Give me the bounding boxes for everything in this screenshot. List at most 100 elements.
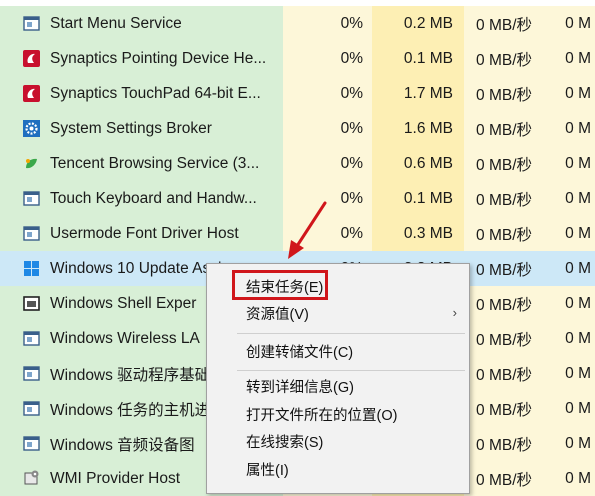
gear-icon xyxy=(23,120,40,137)
network-value: 0 M xyxy=(565,399,591,417)
network-value: 0 M xyxy=(565,434,591,452)
disk-value: 0 MB/秒 xyxy=(476,436,532,454)
network-cell: 0 M xyxy=(548,6,595,41)
disk-value: 0 MB/秒 xyxy=(476,156,532,174)
process-name: System Settings Broker xyxy=(50,119,212,137)
cpu-cell: 0% xyxy=(283,76,372,111)
process-name-cell: Synaptics TouchPad 64-bit E... xyxy=(0,76,283,111)
synaptics-icon xyxy=(23,50,40,67)
table-row[interactable]: Usermode Font Driver Host 0% 0.3 MB 0 MB/秒 0… xyxy=(0,216,595,251)
process-name: Windows 10 Update Assis xyxy=(50,259,230,277)
memory-value: 0.2 MB xyxy=(403,14,453,32)
network-value: 0 M xyxy=(565,189,591,207)
network-cell: 0 M xyxy=(548,146,595,181)
cpu-value: 0% xyxy=(340,154,363,172)
table-row[interactable]: Synaptics Pointing Device He... 0% 0.1 MB 0… xyxy=(0,41,595,76)
disk-value: 0 MB/秒 xyxy=(476,471,532,489)
memory-cell: 0.2 MB xyxy=(372,6,464,41)
process-name: Windows 任务的主机进 xyxy=(50,401,211,419)
menu-separator xyxy=(237,333,465,334)
disk-cell: 0 MB/秒 xyxy=(464,216,548,251)
process-name: Windows Wireless LA xyxy=(50,329,200,347)
table-row[interactable]: System Settings Broker 0% 1.6 MB 0 MB/秒 0 M xyxy=(0,111,595,146)
table-row[interactable]: Touch Keyboard and Handw... 0% 0.1 MB 0 MB/… xyxy=(0,181,595,216)
process-name: Start Menu Service xyxy=(50,14,182,32)
network-cell: 0 M xyxy=(548,181,595,216)
menu-item-open-file-location[interactable]: 打开文件所在的位置(O) xyxy=(207,402,469,426)
disk-cell: 0 MB/秒 xyxy=(464,321,548,356)
cpu-value: 0% xyxy=(340,224,363,242)
memory-cell: 0.3 MB xyxy=(372,216,464,251)
cpu-value: 0% xyxy=(340,14,363,32)
memory-value: 0.1 MB xyxy=(403,189,453,207)
disk-cell: 0 MB/秒 xyxy=(464,181,548,216)
disk-value: 0 MB/秒 xyxy=(476,191,532,209)
memory-cell: 0.1 MB xyxy=(372,41,464,76)
disk-value: 0 MB/秒 xyxy=(476,366,532,384)
menu-item-search-online[interactable]: 在线搜索(S) xyxy=(207,429,469,453)
window-frame-icon xyxy=(23,400,40,417)
network-cell: 0 M xyxy=(548,41,595,76)
network-cell: 0 M xyxy=(548,391,595,426)
cpu-cell: 0% xyxy=(283,41,372,76)
tencent-leaf-icon xyxy=(23,155,40,172)
disk-cell: 0 MB/秒 xyxy=(464,356,548,391)
process-name-cell: Touch Keyboard and Handw... xyxy=(0,181,283,216)
menu-item-resource-values[interactable]: 资源值(V) › xyxy=(207,301,469,325)
memory-value: 1.7 MB xyxy=(403,84,453,102)
memory-cell: 1.7 MB xyxy=(372,76,464,111)
menu-item-label: 属性(I) xyxy=(246,462,289,479)
cpu-value: 0% xyxy=(340,119,363,137)
cpu-cell: 0% xyxy=(283,6,372,41)
network-cell: 0 M xyxy=(548,426,595,461)
wmi-provider-icon xyxy=(23,470,40,487)
cpu-cell: 0% xyxy=(283,111,372,146)
network-value: 0 M xyxy=(565,84,591,102)
cpu-cell: 0% xyxy=(283,181,372,216)
network-value: 0 M xyxy=(565,14,591,32)
memory-value: 0.6 MB xyxy=(403,154,453,172)
annotation-highlight-box xyxy=(232,270,328,300)
menu-item-create-dump[interactable]: 创建转储文件(C) xyxy=(207,339,469,363)
window-frame-icon xyxy=(23,15,40,32)
network-cell: 0 M xyxy=(548,461,595,496)
table-row[interactable]: Synaptics TouchPad 64-bit E... 0% 1.7 MB 0 … xyxy=(0,76,595,111)
process-name: Windows 驱动程序基础 xyxy=(50,366,211,384)
memory-value: 0.3 MB xyxy=(403,224,453,242)
memory-cell: 0.6 MB xyxy=(372,146,464,181)
cpu-value: 0% xyxy=(340,49,363,67)
window-frame-icon xyxy=(23,435,40,452)
disk-value: 0 MB/秒 xyxy=(476,261,532,279)
network-cell: 0 M xyxy=(548,76,595,111)
synaptics-icon xyxy=(23,85,40,102)
window-frame-icon xyxy=(23,365,40,382)
cpu-value: 0% xyxy=(340,189,363,207)
process-name-cell: Tencent Browsing Service (3... xyxy=(0,146,283,181)
disk-cell: 0 MB/秒 xyxy=(464,146,548,181)
menu-item-go-to-details[interactable]: 转到详细信息(G) xyxy=(207,374,469,398)
process-name: Synaptics Pointing Device He... xyxy=(50,49,267,67)
network-cell: 0 M xyxy=(548,251,595,286)
network-cell: 0 M xyxy=(548,321,595,356)
disk-value: 0 MB/秒 xyxy=(476,51,532,69)
network-value: 0 M xyxy=(565,224,591,242)
table-row[interactable]: Tencent Browsing Service (3... 0% 0.6 MB 0 … xyxy=(0,146,595,181)
menu-item-label: 打开文件所在的位置(O) xyxy=(246,407,398,424)
menu-item-properties[interactable]: 属性(I) xyxy=(207,457,469,481)
process-name-cell: Synaptics Pointing Device He... xyxy=(0,41,283,76)
network-value: 0 M xyxy=(565,329,591,347)
network-value: 0 M xyxy=(565,294,591,312)
network-cell: 0 M xyxy=(548,111,595,146)
disk-cell: 0 MB/秒 xyxy=(464,76,548,111)
memory-value: 1.6 MB xyxy=(403,119,453,137)
network-value: 0 M xyxy=(565,49,591,67)
process-name-cell: Usermode Font Driver Host xyxy=(0,216,283,251)
network-value: 0 M xyxy=(565,154,591,172)
disk-cell: 0 MB/秒 xyxy=(464,111,548,146)
process-name-cell: System Settings Broker xyxy=(0,111,283,146)
disk-value: 0 MB/秒 xyxy=(476,86,532,104)
disk-cell: 0 MB/秒 xyxy=(464,426,548,461)
window-frame-icon xyxy=(23,190,40,207)
disk-value: 0 MB/秒 xyxy=(476,331,532,349)
table-row[interactable]: Start Menu Service 0% 0.2 MB 0 MB/秒 0 M xyxy=(0,6,595,41)
